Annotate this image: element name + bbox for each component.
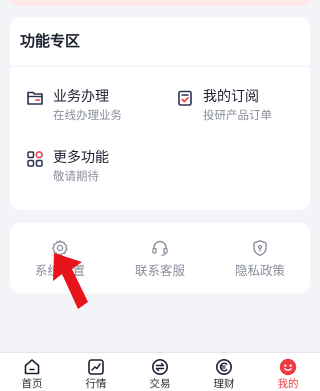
profile-icon: [279, 358, 297, 376]
business-handling-item[interactable]: 业务办理 在线办理业务: [26, 86, 156, 126]
tab-trade-label: 交易: [149, 378, 171, 390]
shield-icon: [253, 240, 267, 256]
my-subscription-item[interactable]: 我的订阅 投研产品订单: [176, 86, 306, 126]
home-icon: [24, 359, 40, 375]
top-card-edge: [10, 0, 310, 6]
contact-service-label: 联系客服: [134, 263, 185, 278]
tab-market[interactable]: 行情: [64, 353, 128, 391]
function-area-card: 功能专区 业务办理 在线办理业务 我的订阅 投研产品订单 更多功能 敬请期待: [10, 17, 310, 210]
folder-icon: [27, 91, 43, 105]
function-area-title: 功能专区: [20, 32, 81, 50]
more-functions-item[interactable]: 更多功能 敬请期待: [26, 147, 156, 187]
contact-service-button[interactable]: 联系客服: [110, 223, 210, 293]
wealth-icon: [216, 359, 232, 375]
chart-icon: [88, 359, 104, 375]
tab-home-label: 首页: [21, 378, 43, 390]
exchange-icon: [152, 359, 168, 375]
tab-home[interactable]: 首页: [0, 353, 64, 391]
more-functions-desc: 敬请期待: [53, 169, 99, 183]
subscription-icon: [178, 90, 192, 106]
tab-wealth-label: 理财: [213, 378, 235, 390]
tab-market-label: 行情: [85, 378, 107, 390]
more-functions-label: 更多功能: [53, 150, 109, 166]
my-subscription-desc: 投研产品订单: [203, 108, 272, 122]
privacy-policy-label: 隐私政策: [234, 263, 285, 278]
grid-icon: [27, 151, 43, 167]
privacy-policy-button[interactable]: 隐私政策: [210, 223, 310, 293]
tab-trade[interactable]: 交易: [128, 353, 192, 391]
divider: [10, 66, 310, 67]
tab-wealth[interactable]: 理财: [192, 353, 256, 391]
pointer-arrow: [53, 253, 88, 309]
business-handling-desc: 在线办理业务: [53, 108, 122, 122]
tab-mine-label: 我的: [277, 378, 299, 390]
my-subscription-label: 我的订阅: [203, 89, 259, 105]
business-handling-label: 业务办理: [53, 89, 109, 105]
headset-icon: [152, 240, 168, 256]
tab-mine[interactable]: 我的: [256, 353, 320, 391]
bottom-tab-bar: 首页 行情 交易 理财 我的: [0, 352, 320, 391]
